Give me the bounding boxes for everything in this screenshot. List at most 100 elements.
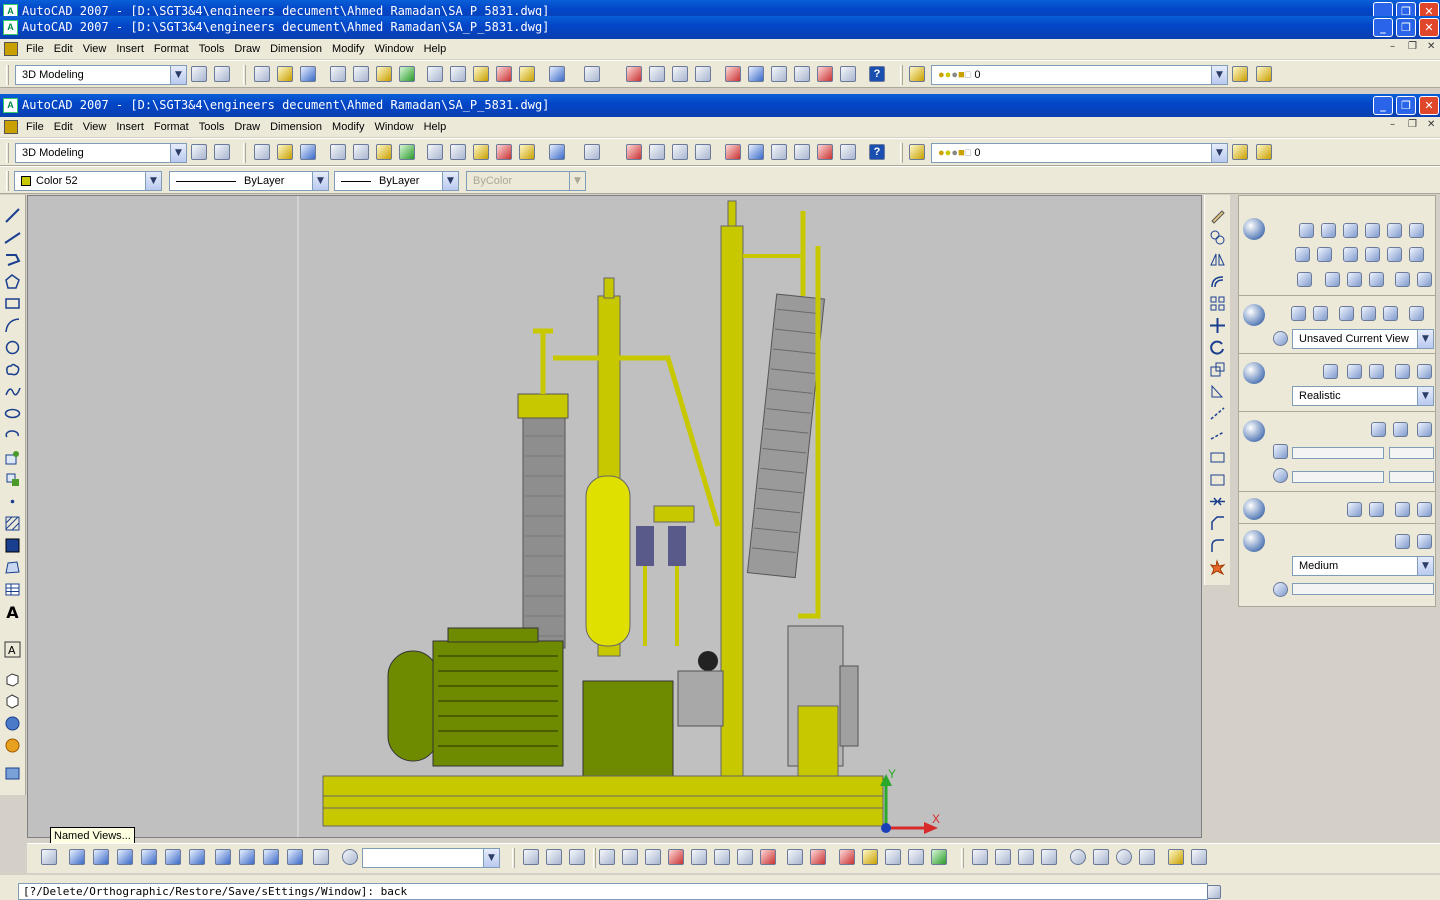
matchprop-icon[interactable] — [496, 144, 512, 160]
aligned-dim-icon[interactable] — [995, 849, 1011, 865]
doc-restore-icon[interactable]: ❐ — [1408, 119, 1417, 130]
extend-icon[interactable] — [1209, 427, 1226, 444]
se-iso-icon[interactable] — [239, 849, 255, 865]
sheet-set-icon[interactable] — [794, 66, 810, 82]
realistic-style-icon[interactable] — [1369, 364, 1384, 379]
tool-palettes-icon[interactable] — [771, 66, 787, 82]
time-slider[interactable] — [1292, 471, 1384, 483]
layer-previous-icon[interactable] — [1256, 144, 1272, 160]
lineweight-combo[interactable]: ByLayer ▼ — [334, 171, 459, 191]
3d-navigate-icon[interactable] — [1243, 304, 1265, 326]
orbit-icon[interactable] — [1291, 306, 1306, 321]
wedge-icon[interactable] — [4, 693, 21, 710]
camera-icon[interactable] — [1409, 306, 1424, 321]
gradient-icon[interactable] — [4, 537, 21, 554]
document-icon[interactable] — [4, 42, 18, 56]
region-icon[interactable] — [4, 559, 21, 576]
command-line[interactable]: [?/Delete/Orthographic/Restore/Save/sEtt… — [18, 883, 1208, 900]
move-gizmo-icon[interactable] — [1295, 247, 1310, 262]
color-edge-icon[interactable] — [810, 849, 826, 865]
ucs-combo[interactable]: ▼ — [362, 848, 500, 868]
toolbar-grip[interactable] — [6, 143, 9, 163]
subtract-icon[interactable] — [1347, 272, 1362, 287]
left-view-icon[interactable] — [117, 849, 133, 865]
arc-icon[interactable] — [4, 317, 21, 334]
menu-insert[interactable]: Insert — [112, 39, 150, 59]
zoom-previous-icon[interactable] — [695, 144, 711, 160]
quick-dim-icon[interactable] — [1139, 849, 1155, 865]
mirror-icon[interactable] — [1209, 251, 1226, 268]
trim-icon[interactable] — [1209, 405, 1226, 422]
paste-icon[interactable] — [473, 144, 489, 160]
menu-file[interactable]: File — [22, 117, 50, 137]
clean-icon[interactable] — [862, 849, 878, 865]
move-face-icon[interactable] — [622, 849, 638, 865]
line-icon[interactable] — [4, 207, 21, 224]
zoom-window-icon[interactable] — [672, 66, 688, 82]
publish-icon[interactable] — [376, 144, 392, 160]
calculator-icon[interactable] — [840, 144, 856, 160]
shell-icon[interactable] — [1417, 272, 1432, 287]
render-teapot-icon[interactable] — [1243, 530, 1265, 552]
publish-icon[interactable] — [376, 66, 392, 82]
light-list-icon[interactable] — [1417, 422, 1432, 437]
chevron-down-icon[interactable]: ▼ — [145, 172, 161, 190]
subtract-icon[interactable] — [546, 849, 562, 865]
box-icon[interactable] — [1299, 223, 1314, 238]
menu-draw[interactable]: Draw — [230, 117, 266, 137]
join-icon[interactable] — [1209, 493, 1226, 510]
markup-icon[interactable] — [817, 66, 833, 82]
copy-face-icon[interactable] — [737, 849, 753, 865]
shell-icon[interactable] — [908, 849, 924, 865]
menu-view[interactable]: View — [79, 39, 113, 59]
break-icon[interactable] — [1209, 471, 1226, 488]
material-icon[interactable] — [4, 737, 21, 754]
workspace-combo[interactable]: 3D Modeling ▼ — [15, 65, 187, 85]
baseline-dim-icon[interactable] — [1168, 849, 1184, 865]
doc-close-button[interactable]: ✕ — [1419, 96, 1439, 115]
menu-format[interactable]: Format — [150, 117, 195, 137]
taper-face-icon[interactable] — [714, 849, 730, 865]
chevron-up-icon[interactable] — [1207, 885, 1221, 899]
menu-modify[interactable]: Modify — [328, 117, 370, 137]
manager-icon[interactable] — [1417, 364, 1432, 379]
extrude-face-icon[interactable] — [599, 849, 615, 865]
back-view-icon[interactable] — [189, 849, 205, 865]
named-views-icon[interactable] — [41, 849, 57, 865]
properties-icon[interactable] — [725, 144, 741, 160]
materials-icon[interactable] — [1243, 498, 1265, 520]
redo-icon[interactable] — [584, 66, 600, 82]
doc-close-icon[interactable]: ✕ — [1427, 41, 1435, 52]
zoom-window-icon[interactable] — [672, 144, 688, 160]
construction-line-icon[interactable] — [4, 229, 21, 246]
outer-title-bar-2[interactable]: A AutoCAD 2007 - [D:\SGT3&4\engineers de… — [0, 16, 1440, 39]
nw-iso-icon[interactable] — [287, 849, 303, 865]
menu-modify[interactable]: Modify — [328, 39, 370, 59]
camera-icon[interactable] — [313, 849, 329, 865]
tool-palettes-icon[interactable] — [771, 144, 787, 160]
menu-edit[interactable]: Edit — [50, 39, 79, 59]
walk-icon[interactable] — [1361, 306, 1376, 321]
sphere-icon[interactable] — [1387, 223, 1402, 238]
color-face-icon[interactable] — [760, 849, 776, 865]
light-icon[interactable] — [1243, 420, 1265, 442]
chevron-down-icon[interactable]: ▼ — [1417, 330, 1433, 348]
polygon-icon[interactable] — [4, 273, 21, 290]
visual-style-combo[interactable]: Realistic ▼ — [1292, 386, 1434, 406]
doc-minimize-icon[interactable]: – — [1390, 119, 1395, 130]
fly-icon[interactable] — [1383, 306, 1398, 321]
front-view-icon[interactable] — [165, 849, 181, 865]
menu-window[interactable]: Window — [370, 117, 419, 137]
stretch-icon[interactable] — [1209, 383, 1226, 400]
undo-icon[interactable] — [549, 144, 565, 160]
menu-view[interactable]: View — [79, 117, 113, 137]
render-icon[interactable] — [4, 765, 21, 782]
material-mapping-icon[interactable] — [1369, 502, 1384, 517]
angular-dim-icon[interactable] — [1093, 849, 1109, 865]
radius-dim-icon[interactable] — [1041, 849, 1057, 865]
offset-icon[interactable] — [1209, 273, 1226, 290]
block-editor-icon[interactable] — [519, 144, 535, 160]
open-icon[interactable] — [277, 144, 293, 160]
close-icon[interactable]: ✕ — [1419, 18, 1439, 37]
cut-icon[interactable] — [427, 144, 443, 160]
